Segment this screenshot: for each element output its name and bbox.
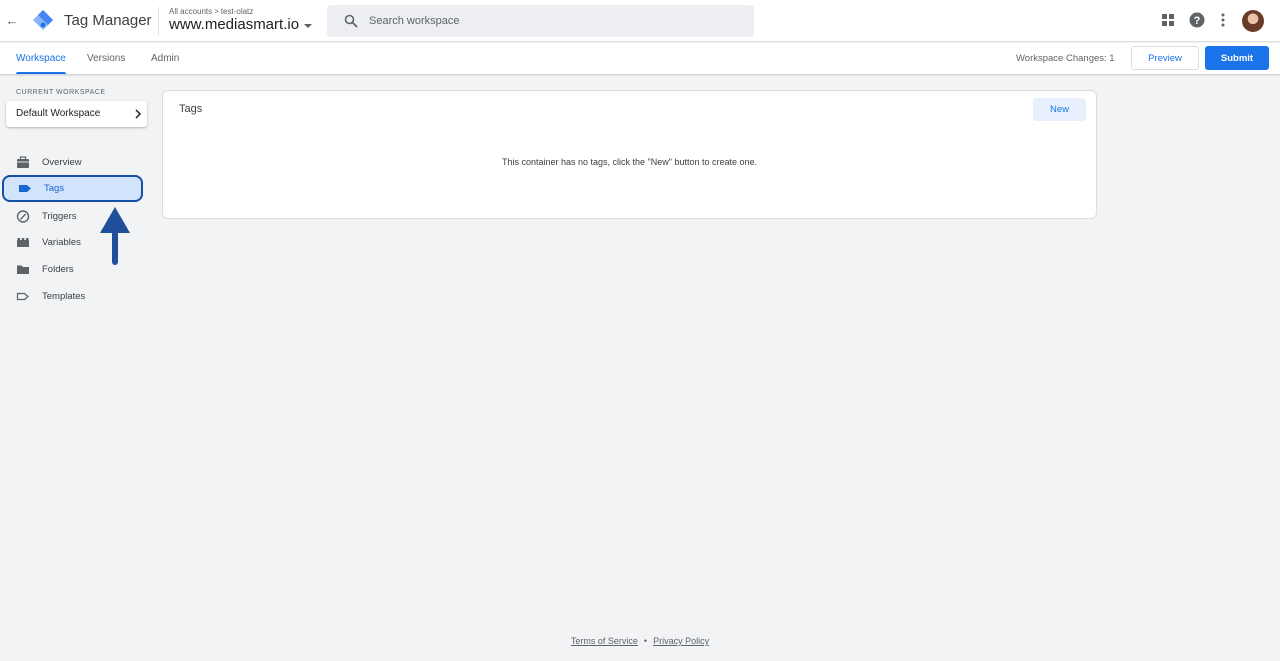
new-tag-button[interactable]: New <box>1033 98 1086 121</box>
workspace-changes-count: Workspace Changes: 1 <box>1016 53 1115 64</box>
sidebar-item-label: Variables <box>42 237 81 248</box>
tag-icon <box>19 185 31 192</box>
preview-button[interactable]: Preview <box>1131 46 1199 70</box>
card-title: Tags <box>179 103 203 115</box>
sidebar-item-label: Triggers <box>42 211 77 222</box>
tab-versions[interactable]: Versions <box>87 43 125 74</box>
sidebar-item-label: Templates <box>42 291 86 302</box>
empty-state-message: This container has no tags, click the "N… <box>501 157 758 167</box>
sidebar-item-label: Tags <box>44 183 65 194</box>
sidebar-item-label: Overview <box>42 157 82 168</box>
workspace-toolbar: Workspace Versions Admin Workspace Chang… <box>0 43 1280 74</box>
annotation-arrow-up-icon <box>100 207 130 265</box>
footer: Terms of Service • Privacy Policy <box>0 636 1280 646</box>
back-arrow-icon[interactable]: ← <box>4 12 20 30</box>
tag-manager-logo-icon <box>33 10 53 30</box>
header-divider <box>158 7 159 35</box>
workspace-name: Default Workspace <box>16 108 101 119</box>
search-input[interactable] <box>369 5 739 37</box>
template-icon <box>16 292 29 301</box>
current-workspace-label: CURRENT WORKSPACE <box>16 89 106 96</box>
breadcrumb-account[interactable]: All accounts <box>169 7 212 16</box>
submit-button[interactable]: Submit <box>1205 46 1269 70</box>
search-icon <box>344 14 358 28</box>
briefcase-icon <box>17 156 29 168</box>
breadcrumb-container[interactable]: test-olatz <box>221 7 253 16</box>
sidebar-item-label: Folders <box>42 264 74 275</box>
avatar[interactable] <box>1242 10 1264 32</box>
variables-icon <box>17 238 29 247</box>
more-vert-icon[interactable] <box>1215 12 1231 28</box>
app-title: Tag Manager <box>64 12 152 29</box>
privacy-policy-link[interactable]: Privacy Policy <box>653 636 709 646</box>
tags-card: Tags New This container has no tags, cli… <box>162 90 1097 219</box>
sidebar-item-templates[interactable]: Templates <box>0 283 146 310</box>
caret-down-icon <box>304 23 313 28</box>
sidebar-item-overview[interactable]: Overview <box>0 149 146 176</box>
tab-workspace[interactable]: Workspace <box>16 43 66 74</box>
terms-of-service-link[interactable]: Terms of Service <box>571 636 638 646</box>
top-app-bar: ← Tag Manager All accounts > test-olatz ww… <box>0 0 1280 42</box>
search-box[interactable] <box>327 5 754 37</box>
sidebar-item-tags[interactable]: Tags <box>2 175 143 202</box>
trigger-icon <box>16 210 30 223</box>
container-selector[interactable]: www.mediasmart.io <box>169 16 313 33</box>
chevron-right-icon <box>135 109 142 119</box>
breadcrumb: All accounts > test-olatz <box>169 7 253 16</box>
folder-icon <box>17 265 29 274</box>
chevron-right-icon: > <box>214 7 219 16</box>
svg-text:?: ? <box>1194 15 1201 27</box>
tab-admin[interactable]: Admin <box>151 43 179 74</box>
help-icon[interactable]: ? <box>1189 12 1205 28</box>
workspace-selector[interactable]: Default Workspace <box>6 101 147 127</box>
container-name: www.mediasmart.io <box>169 16 300 33</box>
footer-separator: • <box>643 636 648 646</box>
apps-grid-icon[interactable] <box>1160 12 1176 28</box>
